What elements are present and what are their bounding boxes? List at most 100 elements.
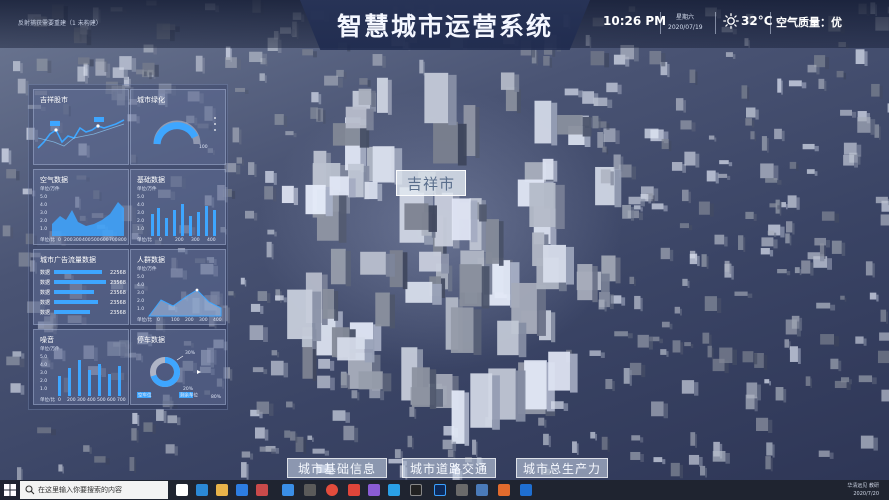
crowd-axis-origin: 单位/比 — [137, 316, 153, 323]
photoshop-icon[interactable] — [434, 484, 446, 496]
building — [880, 309, 889, 324]
building — [818, 450, 834, 459]
parking-card[interactable]: 停车数据 30% 20% 80% 空车位 剩余车位 — [130, 329, 226, 405]
file-explorer-icon[interactable] — [216, 484, 228, 496]
temperature: 32°C — [741, 14, 773, 28]
app-icon[interactable] — [256, 484, 268, 496]
building — [534, 100, 558, 146]
noise-card[interactable]: 噪音 单位/万件 5.0 4.0 3.0 2.0 1.0 单位/比 0 200 … — [33, 329, 129, 405]
app-icon[interactable] — [520, 484, 532, 496]
building — [592, 115, 601, 131]
building — [407, 435, 414, 450]
svg-text:23568: 23568 — [110, 280, 126, 286]
building — [345, 106, 374, 131]
building — [58, 464, 64, 474]
greening-card[interactable]: 城市绿化 100 — [130, 89, 226, 165]
building — [631, 435, 644, 443]
city-map-label[interactable]: 吉祥市 — [396, 170, 466, 196]
building — [257, 291, 271, 303]
building — [700, 465, 707, 478]
building — [419, 59, 425, 76]
app-icon[interactable] — [498, 484, 510, 496]
building — [738, 235, 746, 252]
building — [358, 88, 376, 107]
building — [228, 291, 236, 298]
netease-music-icon[interactable] — [348, 484, 360, 496]
windows-taskbar — [0, 480, 889, 500]
building — [451, 198, 478, 243]
date: 2020/07/19 — [668, 24, 703, 31]
mail-icon[interactable] — [282, 484, 294, 496]
windows-start-icon[interactable] — [3, 483, 17, 497]
header-divider — [770, 12, 771, 34]
building — [322, 288, 339, 321]
app-icon[interactable] — [368, 484, 380, 496]
building — [660, 247, 674, 262]
building — [708, 135, 717, 142]
air-axis-origin: 单位/比 — [40, 236, 56, 243]
building — [259, 73, 267, 83]
building — [775, 387, 787, 403]
building — [165, 444, 178, 456]
building — [806, 169, 818, 176]
x-tick: 800 — [118, 237, 127, 243]
building — [470, 373, 500, 430]
building — [359, 78, 371, 87]
building — [409, 406, 417, 419]
air-area-chart: 单位/万件 5.0 4.0 3.0 2.0 1.0 单位/比 0 200 300… — [40, 185, 127, 243]
building — [37, 427, 56, 436]
building — [821, 211, 839, 223]
stock-card[interactable]: 吉祥股市 — [33, 89, 129, 165]
svg-text:23568: 23568 — [110, 310, 126, 316]
building — [250, 303, 264, 314]
building — [785, 319, 801, 337]
building — [281, 185, 299, 206]
building — [244, 210, 258, 221]
building — [630, 451, 644, 462]
data-panel-area: 吉祥股市 城市绿化 100 空气数据 单位/万件 5.0 4.0 3.0 2.0… — [28, 84, 228, 410]
building — [784, 339, 791, 350]
nav-city-road-traffic[interactable]: 城市道路交通 — [402, 458, 496, 478]
x-tick: 400 — [213, 317, 222, 323]
nav-city-productivity[interactable]: 城市总生产力 — [516, 458, 608, 478]
x-tick: 400 — [82, 237, 91, 243]
task-view-icon[interactable] — [176, 484, 188, 496]
crowd-card[interactable]: 人群数据 单位/万件 5.0 4.0 3.0 2.0 1.0 单位/比 0 10… — [130, 249, 226, 325]
building — [881, 389, 889, 402]
traffic-card[interactable]: 城市广告流量数据 数据 22568 数据 23568 数据 23568 数据 2… — [33, 249, 129, 325]
basic-card[interactable]: 基础数据 单位/万件 5.0 4.0 3.0 2.0 1.0 单位/比 0 20… — [130, 169, 226, 245]
building — [376, 77, 392, 115]
nav-city-basic-info[interactable]: 城市基础信息 — [287, 458, 387, 478]
app-icon[interactable] — [456, 484, 468, 496]
svg-text:数据: 数据 — [40, 299, 50, 306]
building — [564, 88, 584, 98]
building — [351, 390, 360, 401]
building — [372, 54, 386, 68]
basic-unit: 单位/万件 — [137, 185, 157, 192]
y-tick: 1.0 — [40, 226, 47, 232]
bar — [68, 368, 71, 396]
air-card[interactable]: 空气数据 单位/万件 5.0 4.0 3.0 2.0 1.0 单位/比 0 20… — [33, 169, 129, 245]
building — [590, 431, 597, 441]
y-tick: 3.0 — [137, 290, 144, 296]
store-icon[interactable] — [236, 484, 248, 496]
building — [675, 98, 687, 113]
building — [548, 351, 578, 393]
building — [411, 367, 437, 409]
x-tick: 200 — [67, 397, 76, 403]
building — [287, 289, 322, 342]
building — [672, 340, 684, 355]
building — [879, 332, 889, 341]
app-icon[interactable] — [476, 484, 488, 496]
taskbar-search-input[interactable] — [20, 481, 168, 499]
unreal-engine-icon[interactable] — [410, 484, 422, 496]
building — [311, 92, 322, 105]
chrome-icon[interactable] — [326, 484, 338, 496]
building — [543, 244, 574, 285]
app-icon[interactable] — [304, 484, 316, 496]
app-icon[interactable] — [388, 484, 400, 496]
building — [681, 380, 699, 396]
edge-icon[interactable] — [196, 484, 208, 496]
y-tick: 3.0 — [137, 210, 144, 216]
building — [254, 427, 269, 441]
